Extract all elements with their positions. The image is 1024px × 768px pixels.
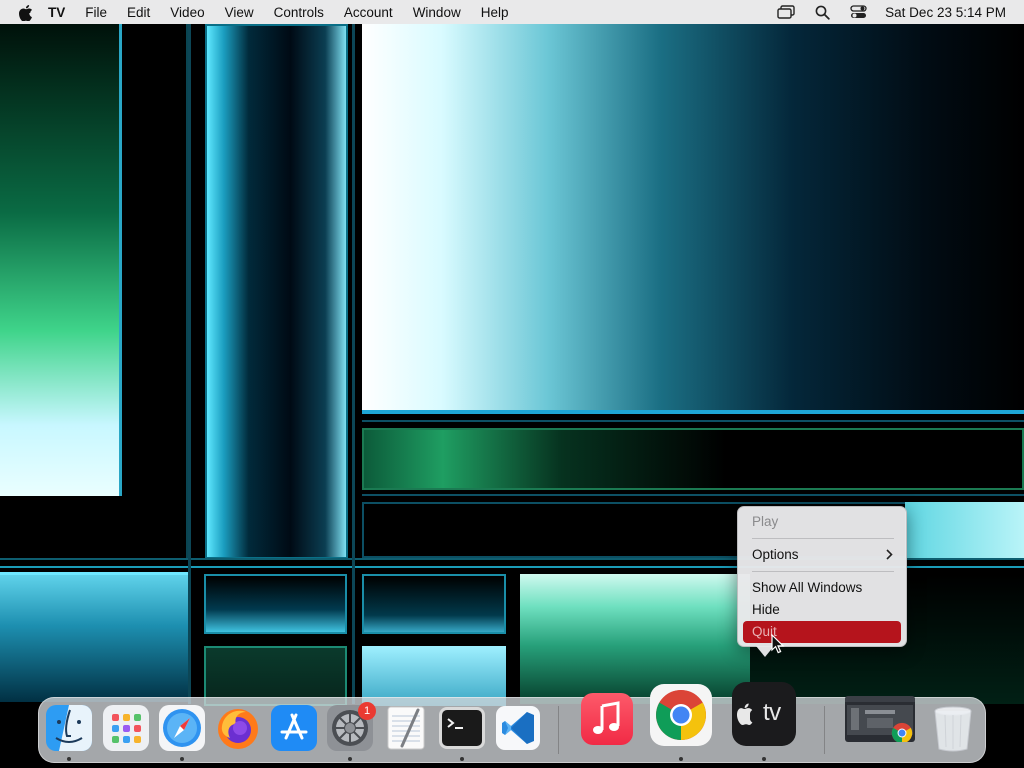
notification-badge: 1 xyxy=(358,702,376,720)
dock-firefox[interactable] xyxy=(213,703,263,753)
dock-finder[interactable] xyxy=(44,703,94,753)
trash-icon xyxy=(934,706,972,752)
screen-mirroring-icon[interactable] xyxy=(777,4,795,20)
dock-safari[interactable] xyxy=(157,703,207,753)
menu-view[interactable]: View xyxy=(225,5,254,20)
menu-app-name[interactable]: TV xyxy=(48,5,65,20)
menu-item-play: Play xyxy=(752,514,779,529)
menu-item-options-label: Options xyxy=(752,547,799,562)
running-indicator xyxy=(762,757,766,761)
menu-file[interactable]: File xyxy=(85,5,107,20)
dock-vscode[interactable] xyxy=(493,703,543,753)
dock-separator xyxy=(558,706,559,754)
running-indicator xyxy=(67,757,71,761)
wallpaper-line xyxy=(362,420,1024,422)
menu-separator xyxy=(752,571,894,572)
tv-wordmark: tv xyxy=(763,699,781,726)
dock-launchpad[interactable] xyxy=(101,703,151,753)
dock-app-store[interactable] xyxy=(269,703,319,753)
menu-window[interactable]: Window xyxy=(413,5,461,20)
apple-menu-icon[interactable] xyxy=(18,4,34,21)
dock-music[interactable] xyxy=(580,692,634,746)
wallpaper-panel xyxy=(0,24,122,496)
dock-trash[interactable] xyxy=(928,703,978,753)
dock-terminal[interactable] xyxy=(437,703,487,753)
control-center-icon[interactable] xyxy=(849,4,867,20)
app-store-icon xyxy=(271,705,317,751)
menu-extras: Sat Dec 23 5:14 PM xyxy=(759,0,1006,24)
mouse-cursor-icon xyxy=(771,633,785,654)
firefox-icon xyxy=(218,709,258,749)
wallpaper-line xyxy=(352,24,355,704)
menu-edit[interactable]: Edit xyxy=(127,5,150,20)
running-indicator xyxy=(679,757,683,761)
launchpad-icon xyxy=(103,705,149,751)
textedit-icon xyxy=(387,706,425,750)
vscode-icon xyxy=(496,706,540,750)
finder-icon xyxy=(46,705,92,751)
menu-item-hide[interactable]: Hide xyxy=(743,599,901,621)
dock-google-chrome[interactable] xyxy=(650,684,712,746)
dock-textedit[interactable] xyxy=(381,703,431,753)
wallpaper-line xyxy=(362,494,1024,496)
wallpaper-panel xyxy=(905,502,1024,558)
search-icon[interactable] xyxy=(813,4,831,20)
menu-bar: TV File Edit Video View Controls Account… xyxy=(0,0,1024,24)
running-indicator xyxy=(180,757,184,761)
desktop-wallpaper xyxy=(0,0,1024,768)
dock-minimized-window[interactable] xyxy=(845,696,915,742)
wallpaper-panel xyxy=(362,428,1024,490)
wallpaper-line xyxy=(188,24,191,704)
wallpaper-panel xyxy=(362,574,506,634)
menu-item-show-all-windows[interactable]: Show All Windows xyxy=(743,577,901,599)
dock-separator xyxy=(824,706,825,754)
chrome-icon xyxy=(656,690,706,740)
chrome-icon xyxy=(891,722,913,742)
menubar-clock[interactable]: Sat Dec 23 5:14 PM xyxy=(885,5,1006,20)
wallpaper-panel xyxy=(204,574,347,634)
chevron-right-icon xyxy=(885,544,893,566)
running-indicator xyxy=(460,757,464,761)
wallpaper-panel xyxy=(362,24,1024,414)
menu-controls[interactable]: Controls xyxy=(274,5,324,20)
wallpaper-panel xyxy=(205,24,348,559)
menu-separator xyxy=(752,538,894,539)
dock-context-menu: Play Options Show All Windows Hide Quit xyxy=(737,506,907,647)
running-indicator xyxy=(348,757,352,761)
menu-help[interactable]: Help xyxy=(481,5,509,20)
menu-item-quit[interactable]: Quit xyxy=(743,621,901,643)
music-icon xyxy=(581,693,633,745)
wallpaper-panel xyxy=(0,572,188,702)
dock-tv[interactable]: tv xyxy=(732,682,796,746)
wallpaper-panel xyxy=(520,574,750,704)
menu-video[interactable]: Video xyxy=(170,5,204,20)
menu-account[interactable]: Account xyxy=(344,5,393,20)
terminal-icon xyxy=(439,707,485,749)
menu-item-options[interactable]: Options xyxy=(743,544,901,566)
safari-icon xyxy=(159,705,205,751)
wallpaper-panel xyxy=(122,24,188,559)
